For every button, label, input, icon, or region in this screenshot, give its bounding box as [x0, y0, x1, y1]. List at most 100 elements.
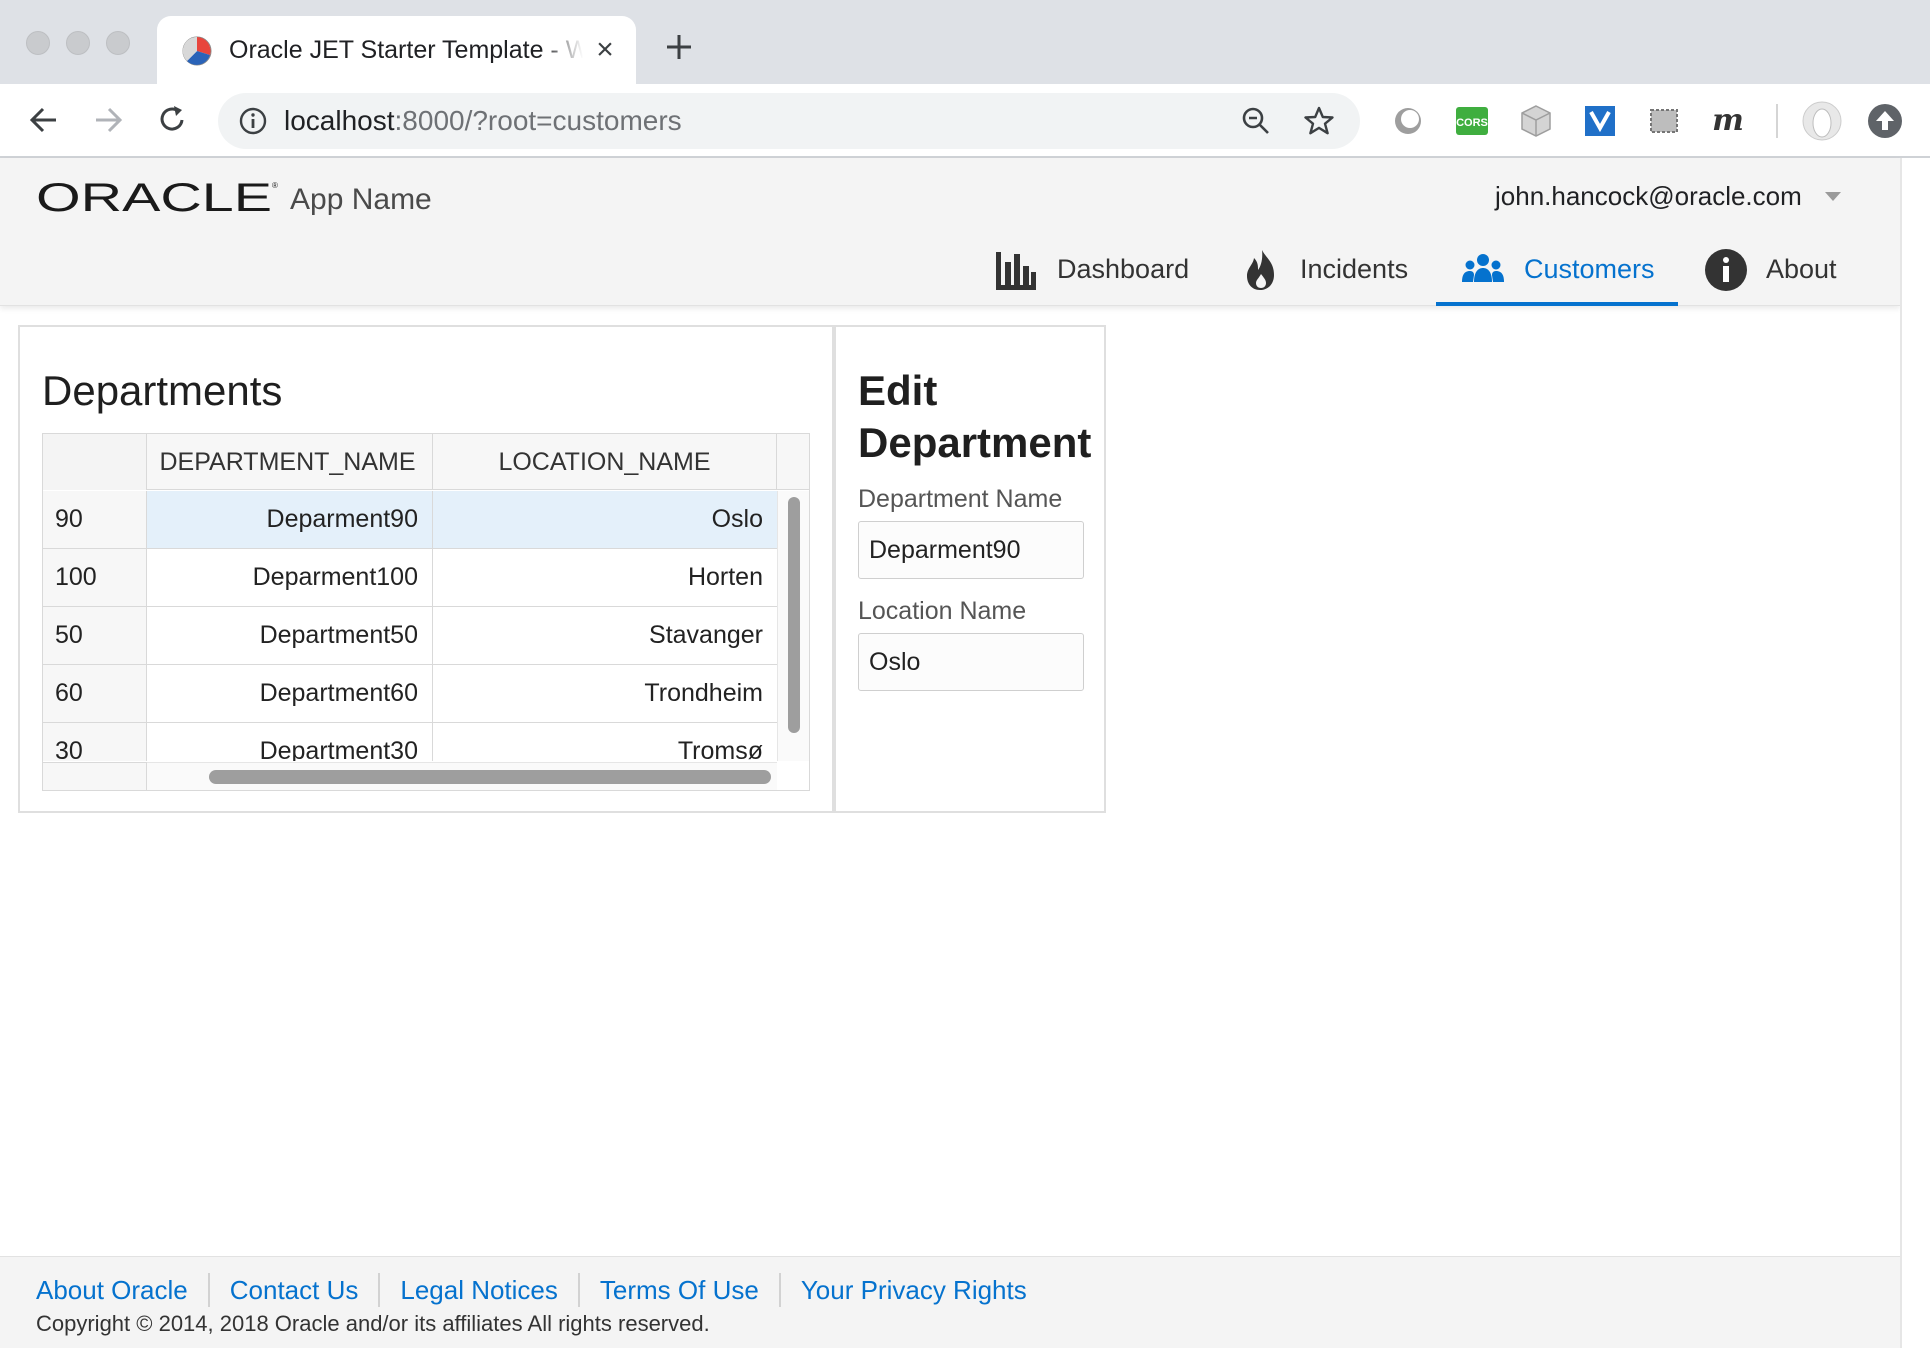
m-extension-icon[interactable]: m: [1710, 103, 1746, 139]
edit-department-panel: Edit Department Department Name Location…: [834, 325, 1106, 813]
url-text: localhost:8000/?root=customers: [284, 103, 682, 139]
department-name-cell[interactable]: Department30: [147, 723, 433, 761]
row-header-id: 60: [43, 665, 147, 722]
nav-label-dashboard: Dashboard: [1057, 254, 1190, 284]
svg-text:ORACLE: ORACLE: [36, 178, 272, 216]
nav-label-customers: Customers: [1524, 254, 1655, 284]
page-title: Departments: [42, 367, 283, 414]
nav-item-customers[interactable]: Customers: [1436, 240, 1678, 306]
table-row[interactable]: 50 Department50 Stavanger: [43, 607, 777, 665]
url-host: localhost: [284, 105, 395, 136]
nav-label-incidents: Incidents: [1300, 254, 1409, 284]
row-header-id: 100: [43, 549, 147, 606]
cube-extension-icon[interactable]: [1518, 103, 1554, 139]
app-name: App Name: [290, 183, 432, 216]
copyright-text: Copyright © 2014, 2018 Oracle and/or its…: [36, 1311, 710, 1336]
edit-panel-title: Edit Department: [858, 367, 1092, 466]
footer-link-legal-notices[interactable]: Legal Notices: [378, 1273, 578, 1307]
browser-tab[interactable]: Oracle JET Starter Template - Web Nav Ba…: [157, 16, 636, 84]
location-name-cell[interactable]: Tromsø: [433, 723, 777, 761]
table-row[interactable]: 30 Department30 Tromsø: [43, 723, 777, 761]
table-row[interactable]: 90 Deparment90 Oslo: [43, 491, 777, 549]
department-name-label: Department Name: [858, 485, 1063, 513]
vertical-scrollbar[interactable]: [777, 491, 809, 761]
profile-avatar-icon[interactable]: [1802, 101, 1842, 141]
info-icon: [1705, 249, 1747, 291]
departments-panel: Departments DEPARTMENT_NAME LOCATION_NAM…: [18, 325, 834, 813]
new-tab-icon[interactable]: [662, 30, 696, 64]
column-header-department-name[interactable]: DEPARTMENT_NAME: [147, 434, 433, 490]
user-email: john.hancock@oracle.com: [1495, 181, 1802, 211]
location-name-cell[interactable]: Trondheim: [433, 665, 777, 722]
toolbar-divider: [1776, 104, 1778, 138]
cors-extension-icon[interactable]: CORS: [1454, 103, 1490, 139]
grid-header-scroll-spacer: [777, 434, 809, 490]
reload-icon[interactable]: [152, 100, 192, 140]
browser-tab-strip: Oracle JET Starter Template - Web Nav Ba…: [0, 0, 1930, 84]
user-menu[interactable]: john.hancock@oracle.com: [1495, 178, 1841, 214]
shield-extension-icon[interactable]: [1582, 103, 1618, 139]
table-row[interactable]: 60 Department60 Trondheim: [43, 665, 777, 723]
svg-text:m: m: [1712, 103, 1744, 138]
tab-close-icon[interactable]: ×: [589, 34, 621, 66]
footer-links: About Oracle Contact Us Legal Notices Terms…: [36, 1273, 1047, 1307]
department-name-cell[interactable]: Department50: [147, 607, 433, 664]
location-name-cell[interactable]: Oslo: [433, 491, 777, 548]
jet-favicon-icon: [182, 36, 212, 66]
footer-link-terms-of-use[interactable]: Terms Of Use: [577, 1273, 779, 1307]
location-name-cell[interactable]: Horten: [433, 549, 777, 606]
row-header-id: 90: [43, 491, 147, 548]
svg-text:®: ®: [272, 181, 278, 190]
tab-title: Oracle JET Starter Template - Web Nav Ba…: [229, 36, 583, 64]
oracle-logo: ORACLE ®: [36, 178, 278, 216]
bookmark-star-icon[interactable]: [1302, 104, 1336, 138]
bar-chart-icon: [996, 252, 1036, 290]
nav-item-incidents[interactable]: Incidents: [1240, 240, 1436, 306]
department-name-cell[interactable]: Department60: [147, 665, 433, 722]
forward-icon[interactable]: [88, 100, 128, 140]
browser-toolbar: localhost:8000/?root=customers CORS m: [0, 84, 1930, 158]
screenshot-extension-icon[interactable]: [1646, 103, 1682, 139]
url-path: :8000/?root=customers: [394, 105, 682, 136]
grid-header: DEPARTMENT_NAME LOCATION_NAME: [43, 434, 809, 490]
site-info-icon[interactable]: [238, 106, 268, 136]
location-name-label: Location Name: [858, 597, 1027, 625]
caret-down-icon: [1825, 192, 1841, 201]
department-name-field[interactable]: [858, 521, 1084, 579]
horizontal-scrollbar-thumb[interactable]: [209, 770, 771, 784]
active-tab-indicator: [1436, 302, 1678, 306]
department-name-cell[interactable]: Deparment90: [147, 491, 433, 548]
circle-extension-icon[interactable]: [1390, 103, 1426, 139]
department-name-cell[interactable]: Deparment100: [147, 549, 433, 606]
footer-link-about-oracle[interactable]: About Oracle: [36, 1273, 208, 1307]
people-icon: [1462, 254, 1504, 282]
flame-icon: [1247, 250, 1274, 290]
app-header: ORACLE ® App Name john.hancock@oracle.co…: [0, 158, 1900, 306]
table-row[interactable]: 100 Deparment100 Horten: [43, 549, 777, 607]
footer-link-privacy-rights[interactable]: Your Privacy Rights: [778, 1273, 1047, 1307]
departments-grid[interactable]: DEPARTMENT_NAME LOCATION_NAME 90 Deparme…: [42, 433, 810, 791]
app-footer: About Oracle Contact Us Legal Notices Terms…: [0, 1256, 1900, 1348]
grid-corner-header: [43, 434, 147, 490]
nav-item-dashboard[interactable]: Dashboard: [992, 240, 1200, 306]
window-zoom-button[interactable]: [106, 31, 130, 55]
grid-body: 90 Deparment90 Oslo 100 Deparment100 Hor…: [43, 491, 777, 761]
address-bar[interactable]: localhost:8000/?root=customers: [218, 93, 1360, 149]
horizontal-scrollbar[interactable]: [147, 762, 777, 790]
footer-link-contact-us[interactable]: Contact Us: [207, 1273, 379, 1307]
column-header-location-name[interactable]: LOCATION_NAME: [433, 434, 777, 490]
location-name-field[interactable]: [858, 633, 1084, 691]
location-name-cell[interactable]: Stavanger: [433, 607, 777, 664]
page-scrollbar[interactable]: [1900, 158, 1930, 1348]
row-header-id: 30: [43, 723, 147, 761]
svg-text:CORS: CORS: [1456, 117, 1488, 129]
back-icon[interactable]: [24, 100, 64, 140]
vertical-scrollbar-thumb[interactable]: [788, 497, 800, 733]
nav-label-about: About: [1766, 254, 1837, 284]
row-header-id: 50: [43, 607, 147, 664]
zoom-out-icon[interactable]: [1240, 105, 1272, 137]
update-arrow-icon[interactable]: [1866, 102, 1904, 140]
nav-item-about[interactable]: About: [1702, 240, 1850, 306]
window-minimize-button[interactable]: [66, 31, 90, 55]
window-close-button[interactable]: [26, 31, 50, 55]
